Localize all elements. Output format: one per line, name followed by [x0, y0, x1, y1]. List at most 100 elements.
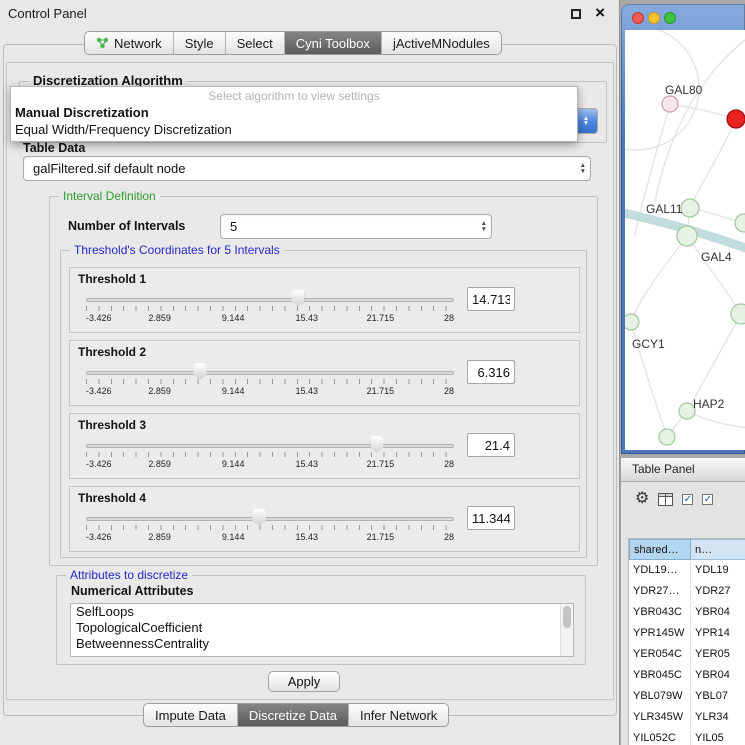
table-panel-title: Table Panel	[621, 457, 745, 482]
combo-stepper-icon[interactable]: ▲▼	[580, 163, 586, 174]
dropdown-option-equal-width-frequency[interactable]: Equal Width/Frequency Discretization	[11, 121, 577, 138]
mac-close-button[interactable]	[632, 12, 644, 24]
thresholds-group: Threshold's Coordinates for 5 Intervals …	[60, 250, 587, 558]
network-node[interactable]	[735, 214, 745, 232]
select-rows-checkbox-icon[interactable]: ✓	[702, 494, 713, 505]
dropdown-hint: Select algorithm to view settings	[11, 89, 577, 104]
threshold-3-slider[interactable]: -3.4262.8599.14415.4321.71528	[86, 435, 454, 477]
list-scrollbar[interactable]	[560, 604, 573, 656]
tab-cyni-toolbox[interactable]: Cyni Toolbox	[285, 32, 382, 54]
table-row[interactable]: YBR043CYBR04	[629, 602, 745, 623]
network-view-window: GAL80 GAL11 GAL4 GCY1 HAP2	[621, 4, 745, 454]
node-label: GAL11	[646, 202, 683, 216]
slider-ticks	[86, 306, 454, 311]
column-header-shared-name[interactable]: shared…	[629, 539, 691, 560]
dropdown-option-manual-discretization[interactable]: Manual Discretization	[11, 104, 577, 121]
list-item[interactable]: BetweennessCentrality	[71, 636, 573, 652]
table-row[interactable]: YBR045CYBR04	[629, 665, 745, 686]
node-label: GCY1	[632, 337, 665, 351]
select-all-checkbox-icon[interactable]: ✓	[682, 494, 693, 505]
interval-definition-group: Interval Definition Number of Intervals …	[49, 196, 598, 566]
tab-label: Discretize Data	[249, 708, 337, 723]
list-item[interactable]: SelfLoops	[71, 604, 573, 620]
tab-network[interactable]: Network	[85, 32, 174, 54]
slider-track	[86, 517, 454, 521]
tab-label: jActiveMNodules	[393, 36, 490, 51]
table-header-row: shared… n…	[629, 539, 745, 560]
slider-thumb[interactable]	[194, 363, 207, 380]
network-node[interactable]	[625, 314, 639, 330]
network-icon	[96, 37, 109, 49]
threshold-2-panel: Threshold 2 -3.4262.8599.14415.4321.7152…	[69, 340, 580, 406]
network-node[interactable]	[659, 429, 675, 445]
cyni-toolbox-content: Discretization Algorithm ▲▼ Table Data g…	[6, 62, 614, 700]
combo-stepper-icon[interactable]: ▲▼	[481, 221, 487, 232]
slider-scale: -3.4262.8599.14415.4321.71528	[86, 532, 454, 542]
table-row[interactable]: YDL19…YDL19	[629, 560, 745, 581]
slider-thumb[interactable]	[252, 509, 265, 526]
network-canvas[interactable]: GAL80 GAL11 GAL4 GCY1 HAP2	[625, 30, 745, 450]
threshold-1-value[interactable]	[467, 287, 515, 311]
number-of-intervals-select[interactable]: 5 ▲▼	[220, 214, 492, 239]
threshold-2-slider[interactable]: -3.4262.8599.14415.4321.71528	[86, 362, 454, 404]
apply-button[interactable]: Apply	[268, 671, 340, 692]
threshold-2-value[interactable]	[467, 360, 515, 384]
combo-stepper-icon[interactable]: ▲▼	[575, 109, 597, 133]
table-row[interactable]: YBL079WYBL07	[629, 686, 745, 707]
control-panel-window: Control Panel × Network Style Select Cyn…	[0, 0, 620, 745]
tab-jactivemnodules[interactable]: jActiveMNodules	[382, 32, 501, 54]
network-node[interactable]	[731, 304, 745, 324]
screen: { "titlebar": { "title": "Control Panel"…	[0, 0, 745, 745]
network-node[interactable]	[662, 96, 678, 112]
tab-label: Infer Network	[360, 708, 437, 723]
mac-zoom-button[interactable]	[664, 12, 676, 24]
slider-track	[86, 444, 454, 448]
table-row[interactable]: YPR145WYPR14	[629, 623, 745, 644]
slider-thumb[interactable]	[292, 290, 305, 307]
tab-impute-data[interactable]: Impute Data	[144, 704, 238, 726]
node-label: GAL80	[665, 83, 703, 97]
table-data-value: galFiltered.sif default node	[24, 161, 580, 176]
threshold-4-slider[interactable]: -3.4262.8599.14415.4321.71528	[86, 508, 454, 550]
slider-track	[86, 298, 454, 302]
slider-ticks	[86, 452, 454, 457]
table-row[interactable]: YDR27…YDR27	[629, 581, 745, 602]
threshold-1-slider[interactable]: -3.4262.8599.14415.4321.71528	[86, 289, 454, 331]
tab-discretize-data[interactable]: Discretize Data	[238, 704, 349, 726]
tab-label: Style	[185, 36, 214, 51]
group-title: Interval Definition	[59, 189, 160, 203]
tab-label: Cyni Toolbox	[296, 36, 370, 51]
mac-minimize-button[interactable]	[648, 12, 660, 24]
table-row[interactable]: YIL052CYIL05	[629, 728, 745, 745]
column-header-name[interactable]: n…	[691, 539, 745, 560]
table-panel-toolbar: ⚙ ✓ ✓	[635, 488, 713, 510]
threshold-3-value[interactable]	[467, 433, 515, 457]
scrollbar-thumb[interactable]	[563, 606, 571, 628]
close-icon[interactable]: ×	[595, 3, 605, 23]
slider-scale: -3.4262.8599.14415.4321.71528	[86, 459, 454, 469]
list-item[interactable]: TopologicalCoefficient	[71, 620, 573, 636]
table-data-label: Table Data	[23, 141, 85, 155]
node-label: HAP2	[693, 397, 725, 411]
gear-icon[interactable]: ⚙	[635, 489, 649, 509]
slider-thumb[interactable]	[370, 436, 383, 453]
table-data-select[interactable]: galFiltered.sif default node ▲▼	[23, 156, 591, 181]
network-node[interactable]	[677, 226, 697, 246]
tab-style[interactable]: Style	[174, 32, 226, 54]
columns-icon[interactable]	[658, 493, 673, 506]
slider-ticks	[86, 525, 454, 530]
tab-infer-network[interactable]: Infer Network	[349, 704, 448, 726]
threshold-2-label: Threshold 2	[78, 345, 146, 359]
network-node-selected[interactable]	[727, 110, 745, 128]
network-node[interactable]	[681, 199, 699, 217]
table-row[interactable]: YLR345WYLR34	[629, 707, 745, 728]
number-of-intervals-label: Number of Intervals	[68, 219, 185, 233]
threshold-3-label: Threshold 3	[78, 418, 146, 432]
threshold-4-panel: Threshold 4 -3.4262.8599.14415.4321.7152…	[69, 486, 580, 552]
control-panel-tabs: Network Style Select Cyni Toolbox jActiv…	[84, 31, 502, 55]
threshold-4-value[interactable]	[467, 506, 515, 530]
table-row[interactable]: YER054CYER05	[629, 644, 745, 665]
float-window-button[interactable]	[571, 9, 581, 19]
threshold-1-panel: Threshold 1 -3.4262.8599.14415.4321.7152…	[69, 267, 580, 333]
tab-select[interactable]: Select	[226, 32, 285, 54]
